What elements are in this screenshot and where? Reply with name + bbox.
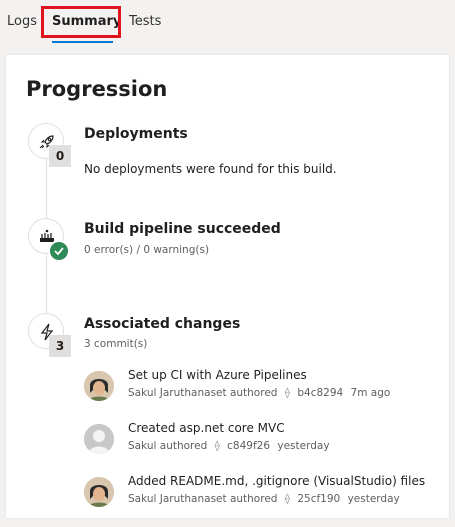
commit-item[interactable]: Set up CI with Azure Pipelines Sakul Jar…: [84, 368, 444, 402]
commit-author: Sakul authored: [128, 440, 208, 452]
active-tab-indicator: [52, 41, 113, 43]
deployments-message: No deployments were found for this build…: [84, 162, 337, 176]
changes-count-badge: 3: [49, 335, 71, 357]
avatar: [84, 371, 114, 401]
commit-time: 7m ago: [350, 387, 391, 399]
commit-hash[interactable]: 25cf190: [297, 493, 340, 505]
page-title: Progression: [26, 77, 168, 101]
summary-card: Progression 0 Deployments No deployments…: [6, 55, 449, 518]
highlight-box: [41, 6, 121, 38]
deployments-title: Deployments: [84, 126, 188, 142]
commit-meta: Sakul Jaruthanaset authored ⟠ 25cf190 ye…: [128, 493, 404, 505]
build-title[interactable]: Build pipeline succeeded: [84, 221, 281, 237]
tab-tests[interactable]: Tests: [129, 14, 161, 29]
deployments-count-badge: 0: [49, 145, 71, 167]
commit-item[interactable]: Added README.md, .gitignore (VisualStudi…: [84, 474, 444, 508]
avatar: [84, 424, 114, 454]
commit-hash[interactable]: b4c8294: [297, 387, 343, 399]
commit-item[interactable]: Created asp.net core MVC Sakul authored …: [84, 421, 444, 455]
tab-bar: Logs Summary Tests: [0, 0, 455, 44]
commit-meta: Sakul Jaruthanaset authored ⟠ b4c8294 7m…: [128, 387, 394, 399]
commit-icon: ⟠: [214, 440, 220, 452]
success-check-icon: [48, 240, 70, 262]
commit-icon: ⟠: [284, 493, 290, 505]
commit-meta: Sakul authored ⟠ c849f26 yesterday: [128, 440, 334, 452]
commit-author: Sakul Jaruthanaset authored: [128, 387, 278, 399]
commit-time: yesterday: [347, 493, 400, 505]
commit-message[interactable]: Added README.md, .gitignore (VisualStudi…: [128, 474, 425, 488]
commit-icon: ⟠: [284, 387, 290, 399]
commit-message[interactable]: Set up CI with Azure Pipelines: [128, 368, 307, 382]
changes-title: Associated changes: [84, 316, 241, 332]
commit-message[interactable]: Created asp.net core MVC: [128, 421, 285, 435]
build-status: 0 error(s) / 0 warning(s): [84, 244, 210, 256]
changes-summary: 3 commit(s): [84, 338, 148, 350]
tab-logs[interactable]: Logs: [7, 14, 37, 29]
avatar: [84, 477, 114, 507]
commit-hash[interactable]: c849f26: [227, 440, 270, 452]
commit-author: Sakul Jaruthanaset authored: [128, 493, 278, 505]
commit-time: yesterday: [277, 440, 330, 452]
